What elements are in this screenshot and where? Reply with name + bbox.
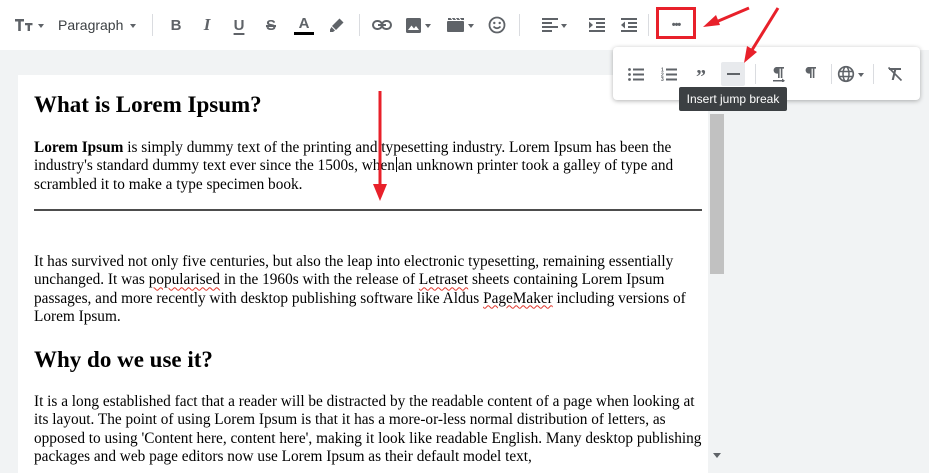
text-color-icon: A [298,14,310,32]
more-button-highlight-box [656,7,696,39]
insert-jump-break-button[interactable] [721,62,745,86]
editor-content-area[interactable]: What is Lorem Ipsum? Lorem Ipsum is simp… [18,75,726,473]
rtl-direction-button[interactable] [799,62,823,86]
misspelled-word[interactable]: popularised [149,271,220,288]
heading-what-is-lorem-ipsum: What is Lorem Ipsum? [34,92,262,117]
scroll-down-arrow-icon[interactable] [713,453,721,458]
paragraph-text: in the 1960s with the release of [220,271,419,289]
paragraph-3: It is a long established fact that a rea… [34,393,702,465]
bold-button[interactable]: B [165,12,187,38]
language-dropdown[interactable] [833,62,867,86]
numbered-list-icon: 1 2 3 [661,68,677,81]
outdent-icon [621,18,637,32]
insert-image-dropdown[interactable] [403,12,433,38]
link-button[interactable] [370,12,394,38]
indent-button[interactable] [586,12,608,38]
heading-why-do-we-use-it: Why do we use it? [34,347,213,372]
bold-text: Lorem Ipsum [34,139,124,156]
menu-divider [873,64,874,84]
ltr-direction-button[interactable] [767,62,791,86]
scrollbar-thumb[interactable] [710,114,724,274]
underline-button[interactable]: U [228,12,250,38]
chevron-down-icon [468,24,474,28]
misspelled-word[interactable]: PageMaker [483,290,553,307]
chevron-down-icon [425,24,431,28]
align-left-icon [541,18,558,32]
emoji-button[interactable] [486,12,508,38]
text-color-bar [294,31,314,35]
image-icon [406,17,421,33]
highlighter-icon [330,18,344,32]
link-icon [372,20,392,30]
bulleted-list-icon [628,67,644,81]
underline-icon: U [233,16,245,34]
tooltip-insert-jump-break: Insert jump break [679,87,787,111]
menu-divider [831,64,832,84]
toolbar-divider [519,14,520,36]
chevron-down-icon [130,24,137,28]
strikethrough-icon: S [265,16,276,34]
quote-button[interactable]: ” [689,62,713,88]
toolbar-divider [359,14,360,36]
video-icon [447,17,464,32]
misspelled-word[interactable]: Letraset [419,271,468,288]
highlight-button[interactable] [325,12,349,38]
vertical-scrollbar[interactable] [708,75,726,473]
menu-divider [755,64,756,84]
chevron-down-icon [560,24,567,28]
globe-icon [837,65,854,83]
chevron-down-icon [857,73,864,77]
clear-formatting-icon [887,66,903,82]
quote-icon: ” [696,66,706,88]
text-cursor [395,157,397,173]
chevron-down-icon [37,24,44,28]
font-size-icon [14,19,32,31]
toolbar-divider [152,14,153,36]
paragraph-1: Lorem Ipsum is simply dummy text of the … [34,139,702,194]
paragraph-rtl-icon [805,67,816,78]
text-color-button[interactable]: A [292,12,316,38]
indent-icon [589,18,605,32]
font-size-dropdown[interactable] [12,12,46,38]
outdent-button[interactable] [618,12,640,38]
horizontal-rule-icon [726,73,740,75]
italic-button[interactable]: I [196,12,218,38]
jump-break-line [34,209,702,211]
svg-text:3: 3 [661,77,664,81]
paragraph-2: It has survived not only five centuries,… [34,253,702,326]
toolbar-divider [648,14,649,36]
paragraph-style-dropdown[interactable]: Paragraph [58,12,142,38]
insert-video-dropdown[interactable] [445,12,475,38]
editor-toolbar: Paragraph B I U S A ••• [0,0,929,50]
paragraph-style-label: Paragraph [58,17,124,33]
alignment-dropdown[interactable] [538,12,570,38]
numbered-list-button[interactable]: 1 2 3 [657,62,681,86]
emoji-icon [488,16,506,34]
paragraph-ltr-icon [773,67,785,82]
clear-formatting-button[interactable] [883,62,907,86]
italic-icon: I [203,15,211,34]
bulleted-list-button[interactable] [624,62,648,86]
bold-icon: B [170,16,182,34]
strikethrough-button[interactable]: S [260,12,282,38]
